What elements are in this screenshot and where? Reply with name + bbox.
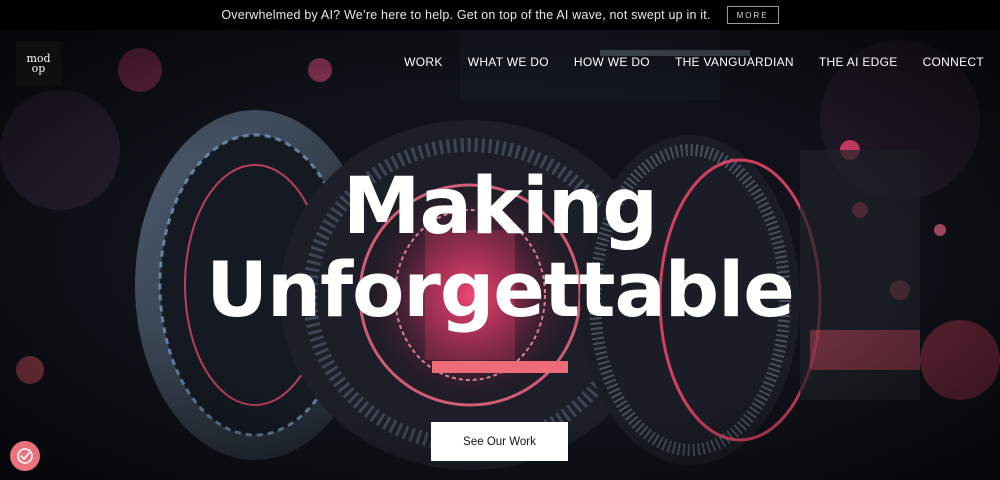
cookie-settings-button[interactable] bbox=[10, 441, 40, 471]
logo-line-2: op bbox=[31, 61, 46, 75]
nav-item-the-vanguardian[interactable]: THE VANGUARDIAN bbox=[675, 55, 794, 69]
nav-item-what-we-do[interactable]: WHAT WE DO bbox=[468, 55, 549, 69]
headline-accent-bar bbox=[432, 361, 568, 373]
nav-item-how-we-do[interactable]: HOW WE DO bbox=[574, 55, 650, 69]
main-navigation: WORK WHAT WE DO HOW WE DO THE VANGUARDIA… bbox=[379, 55, 984, 69]
nav-item-connect[interactable]: CONNECT bbox=[923, 55, 984, 69]
announcement-text: Overwhelmed by AI? We’re here to help. G… bbox=[221, 8, 711, 22]
hero-headline-line-2: Unforgettable bbox=[206, 245, 794, 334]
nav-item-the-ai-edge[interactable]: THE AI EDGE bbox=[819, 55, 898, 69]
see-our-work-button[interactable]: See Our Work bbox=[431, 422, 568, 461]
mod-op-logo[interactable]: mod op bbox=[16, 41, 61, 86]
nav-item-work[interactable]: WORK bbox=[404, 55, 443, 69]
cookie-settings-icon bbox=[17, 448, 33, 464]
more-button[interactable]: MORE bbox=[726, 6, 779, 24]
hero-headline-line-1: Making bbox=[342, 162, 658, 252]
announcement-bar: Overwhelmed by AI? We’re here to help. G… bbox=[0, 0, 1000, 30]
